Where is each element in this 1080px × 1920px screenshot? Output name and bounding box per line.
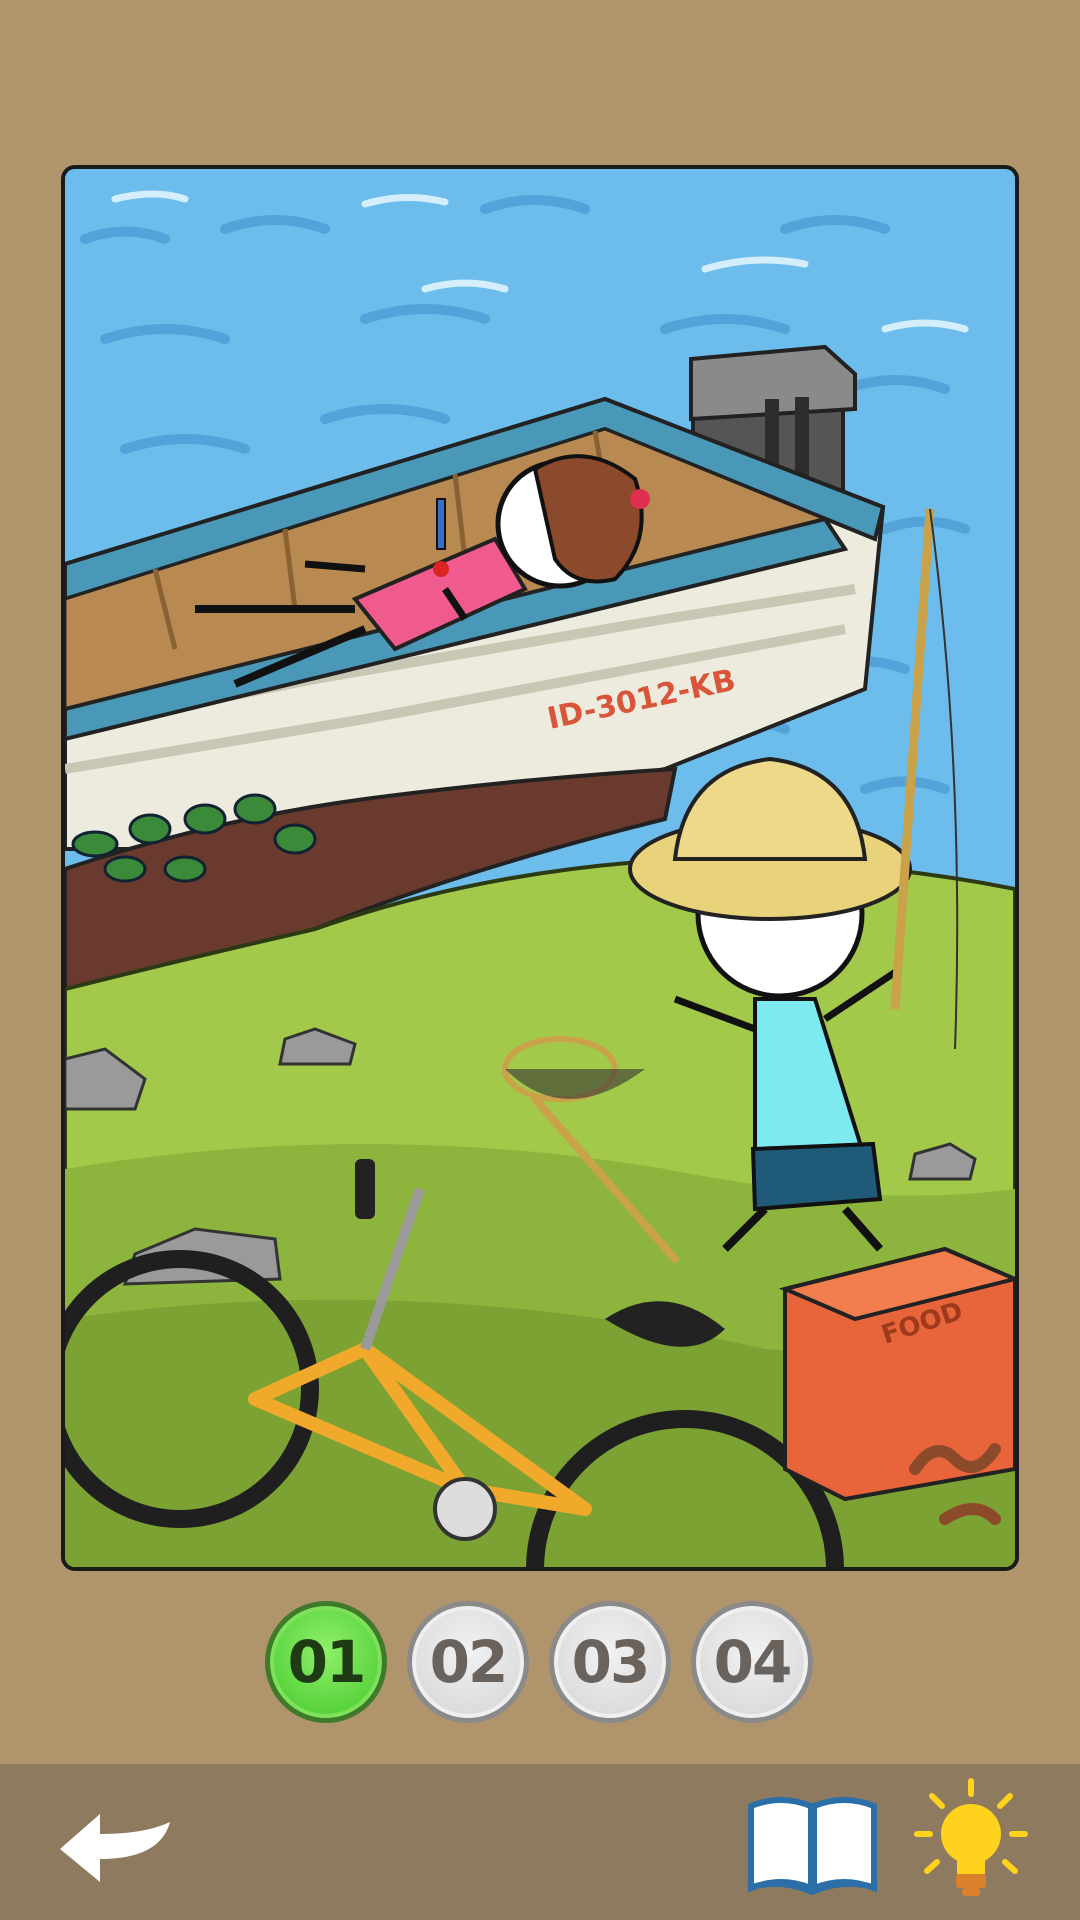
lightbulb-icon bbox=[914, 1778, 1028, 1896]
open-book-icon bbox=[747, 1797, 878, 1896]
level-button-04[interactable]: 04 bbox=[691, 1601, 813, 1723]
casebook-button[interactable] bbox=[745, 1788, 880, 1898]
level-button-03[interactable]: 03 bbox=[549, 1601, 671, 1723]
bottom-toolbar bbox=[0, 1764, 1080, 1920]
level-button-02[interactable]: 02 bbox=[407, 1601, 529, 1723]
level-button-01[interactable]: 01 bbox=[265, 1601, 387, 1723]
scene-image[interactable]: ID-3012-KB FOOD bbox=[61, 165, 1019, 1571]
back-button[interactable] bbox=[55, 1804, 175, 1884]
back-arrow-icon bbox=[60, 1814, 170, 1882]
hint-button[interactable] bbox=[912, 1776, 1030, 1906]
level-selector: 01 02 03 04 bbox=[0, 1601, 1080, 1731]
